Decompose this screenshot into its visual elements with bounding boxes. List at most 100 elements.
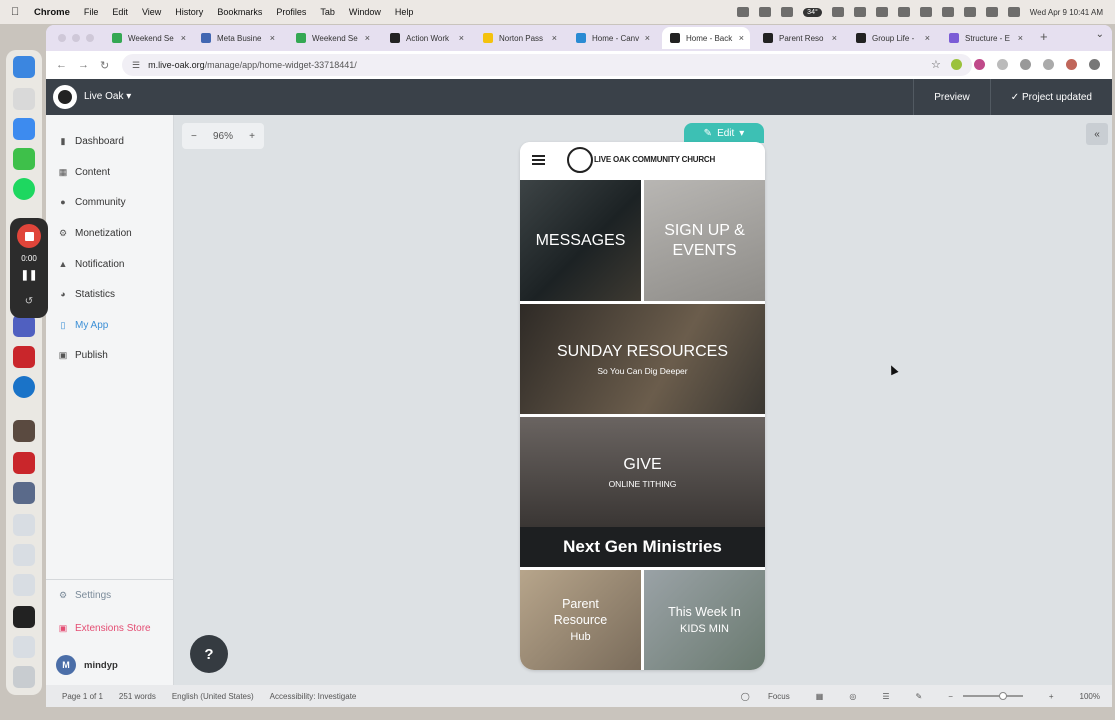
bookmark-star-icon[interactable]: ☆ — [931, 58, 941, 71]
sidebar-item-dashboard[interactable]: ▮ Dashboard — [58, 133, 124, 149]
tile-sunday-resources[interactable]: SUNDAY RESOURCES So You Can Dig Deeper — [520, 304, 765, 414]
avatar[interactable] — [1066, 59, 1077, 70]
live-oak-logo[interactable] — [53, 85, 77, 109]
focus-button[interactable]: ◯ Focus — [725, 692, 790, 701]
collapse-panel-icon[interactable]: « — [1086, 123, 1108, 145]
puzzle-icon[interactable] — [1020, 59, 1031, 70]
acrobat-icon[interactable] — [13, 346, 35, 368]
browser-tab[interactable]: Weekend Se × — [288, 27, 376, 49]
close-icon[interactable]: × — [832, 33, 837, 43]
spotify-icon[interactable] — [13, 178, 35, 200]
zoom-in-button[interactable]: + — [1049, 692, 1054, 701]
app-menu-chrome[interactable]: Chrome — [34, 7, 70, 18]
terminal-icon[interactable] — [13, 606, 35, 628]
status-icon[interactable] — [781, 7, 794, 17]
web-layout-icon[interactable]: ◎ — [849, 692, 856, 701]
close-icon[interactable]: × — [181, 33, 186, 43]
extension-icon[interactable] — [974, 59, 985, 70]
close-icon[interactable]: × — [270, 33, 275, 43]
gear-icon[interactable] — [831, 7, 844, 17]
close-window-button[interactable] — [58, 34, 66, 42]
sidebar-item-community[interactable]: ● Community — [58, 194, 125, 210]
outline-icon[interactable]: ☰ — [882, 692, 889, 701]
new-tab-button[interactable]: + — [1040, 29, 1048, 44]
menu-view[interactable]: View — [142, 7, 161, 17]
zoom-out-button[interactable]: − — [191, 131, 197, 142]
sidebar-icon[interactable] — [1043, 59, 1054, 70]
menu-bookmarks[interactable]: Bookmarks — [217, 7, 262, 17]
extension-icon[interactable] — [997, 59, 1008, 70]
reload-icon[interactable]: ↻ — [100, 59, 112, 72]
apple-menu-icon[interactable]:  — [11, 6, 25, 18]
status-zoom-level[interactable]: 100% — [1080, 692, 1100, 701]
back-icon[interactable]: ← — [56, 59, 68, 71]
tile-next-gen-ministries[interactable]: Next Gen Ministries — [520, 527, 765, 567]
site-info-icon[interactable]: ☰ — [132, 60, 140, 71]
siri-icon[interactable] — [1007, 7, 1020, 17]
browser-tab[interactable]: Parent Reso × — [755, 27, 843, 49]
more-icon[interactable] — [1089, 59, 1100, 70]
extension-icon[interactable] — [951, 59, 962, 70]
teams-icon[interactable] — [13, 315, 35, 337]
browser-tab[interactable]: Action Work × — [382, 27, 470, 49]
stop-recording-button[interactable] — [17, 224, 41, 248]
tile-messages[interactable]: MESSAGES — [520, 180, 641, 301]
project-status[interactable]: ✓ Project updated — [989, 79, 1112, 115]
sidebar-item-notification[interactable]: ▲ Notification — [58, 256, 125, 272]
menu-tab[interactable]: Tab — [320, 7, 335, 17]
user-menu[interactable]: M mindyp — [56, 655, 118, 675]
close-icon[interactable]: × — [645, 33, 650, 43]
sidebar-item-statistics[interactable]: ◕ Statistics — [58, 286, 115, 302]
tile-sign-up-events[interactable]: SIGN UP & EVENTS — [644, 180, 765, 301]
zoom-in-button[interactable]: + — [249, 131, 255, 142]
browser-tab[interactable]: Group Life - × — [848, 27, 936, 49]
app-switcher[interactable]: Live Oak ▾ — [84, 91, 131, 102]
maximize-window-button[interactable] — [86, 34, 94, 42]
sidebar-item-settings[interactable]: ⚙ Settings — [58, 587, 111, 603]
url-field[interactable]: ☰ m.live-oak.org/manage/app/home-widget-… — [122, 54, 972, 76]
control-center-icon[interactable] — [985, 7, 998, 17]
status-icon[interactable] — [875, 7, 888, 17]
tile-this-week-kids-min[interactable]: This Week In KIDS MIN — [644, 570, 765, 670]
wifi-icon[interactable] — [941, 7, 954, 17]
language[interactable]: English (United States) — [172, 692, 254, 701]
browser-tab[interactable]: Structure - E × — [941, 27, 1029, 49]
browser-tab[interactable]: Norton Pass × — [475, 27, 563, 49]
word-count[interactable]: 251 words — [119, 692, 156, 701]
document-icon[interactable] — [13, 514, 35, 536]
document-icon[interactable] — [13, 544, 35, 566]
tile-parent-resource-hub[interactable]: Parent Resource Hub — [520, 570, 641, 670]
browser-tab-active[interactable]: Home - Back × — [662, 27, 750, 49]
close-icon[interactable]: × — [925, 33, 930, 43]
browser-tab[interactable]: Weekend Se × — [104, 27, 192, 49]
menu-window[interactable]: Window — [349, 7, 381, 17]
search-icon[interactable] — [963, 7, 976, 17]
document-icon[interactable] — [13, 574, 35, 596]
status-icon[interactable] — [737, 7, 750, 17]
status-icon[interactable] — [759, 7, 772, 17]
close-icon[interactable]: × — [1018, 33, 1023, 43]
close-icon[interactable]: × — [552, 33, 557, 43]
onedrive-icon[interactable] — [13, 376, 35, 398]
menu-help[interactable]: Help — [395, 7, 414, 17]
edit-button[interactable]: ✎ Edit ▾ — [684, 123, 764, 143]
launchpad-icon[interactable] — [13, 88, 35, 110]
sidebar-item-extensions-store[interactable]: ▣ Extensions Store — [58, 620, 151, 636]
draft-icon[interactable]: ✎ — [915, 692, 922, 701]
weather-temperature[interactable]: 34° — [803, 7, 822, 17]
sidebar-item-publish[interactable]: ▣ Publish — [58, 347, 108, 363]
menu-profiles[interactable]: Profiles — [276, 7, 306, 17]
status-icon[interactable] — [853, 7, 866, 17]
minimize-window-button[interactable] — [72, 34, 80, 42]
close-icon[interactable]: × — [365, 33, 370, 43]
messages-icon[interactable] — [13, 148, 35, 170]
close-icon[interactable]: × — [459, 33, 464, 43]
pause-icon[interactable]: ❚❚ — [10, 270, 48, 281]
close-icon[interactable]: × — [739, 33, 744, 43]
menu-history[interactable]: History — [175, 7, 203, 17]
zoom-out-button[interactable]: − — [948, 692, 953, 701]
trash-icon[interactable] — [13, 666, 35, 688]
tab-search-icon[interactable]: ⌄ — [1096, 29, 1104, 40]
preview-button[interactable]: Preview — [913, 79, 990, 115]
photo-app-icon[interactable] — [13, 420, 35, 442]
